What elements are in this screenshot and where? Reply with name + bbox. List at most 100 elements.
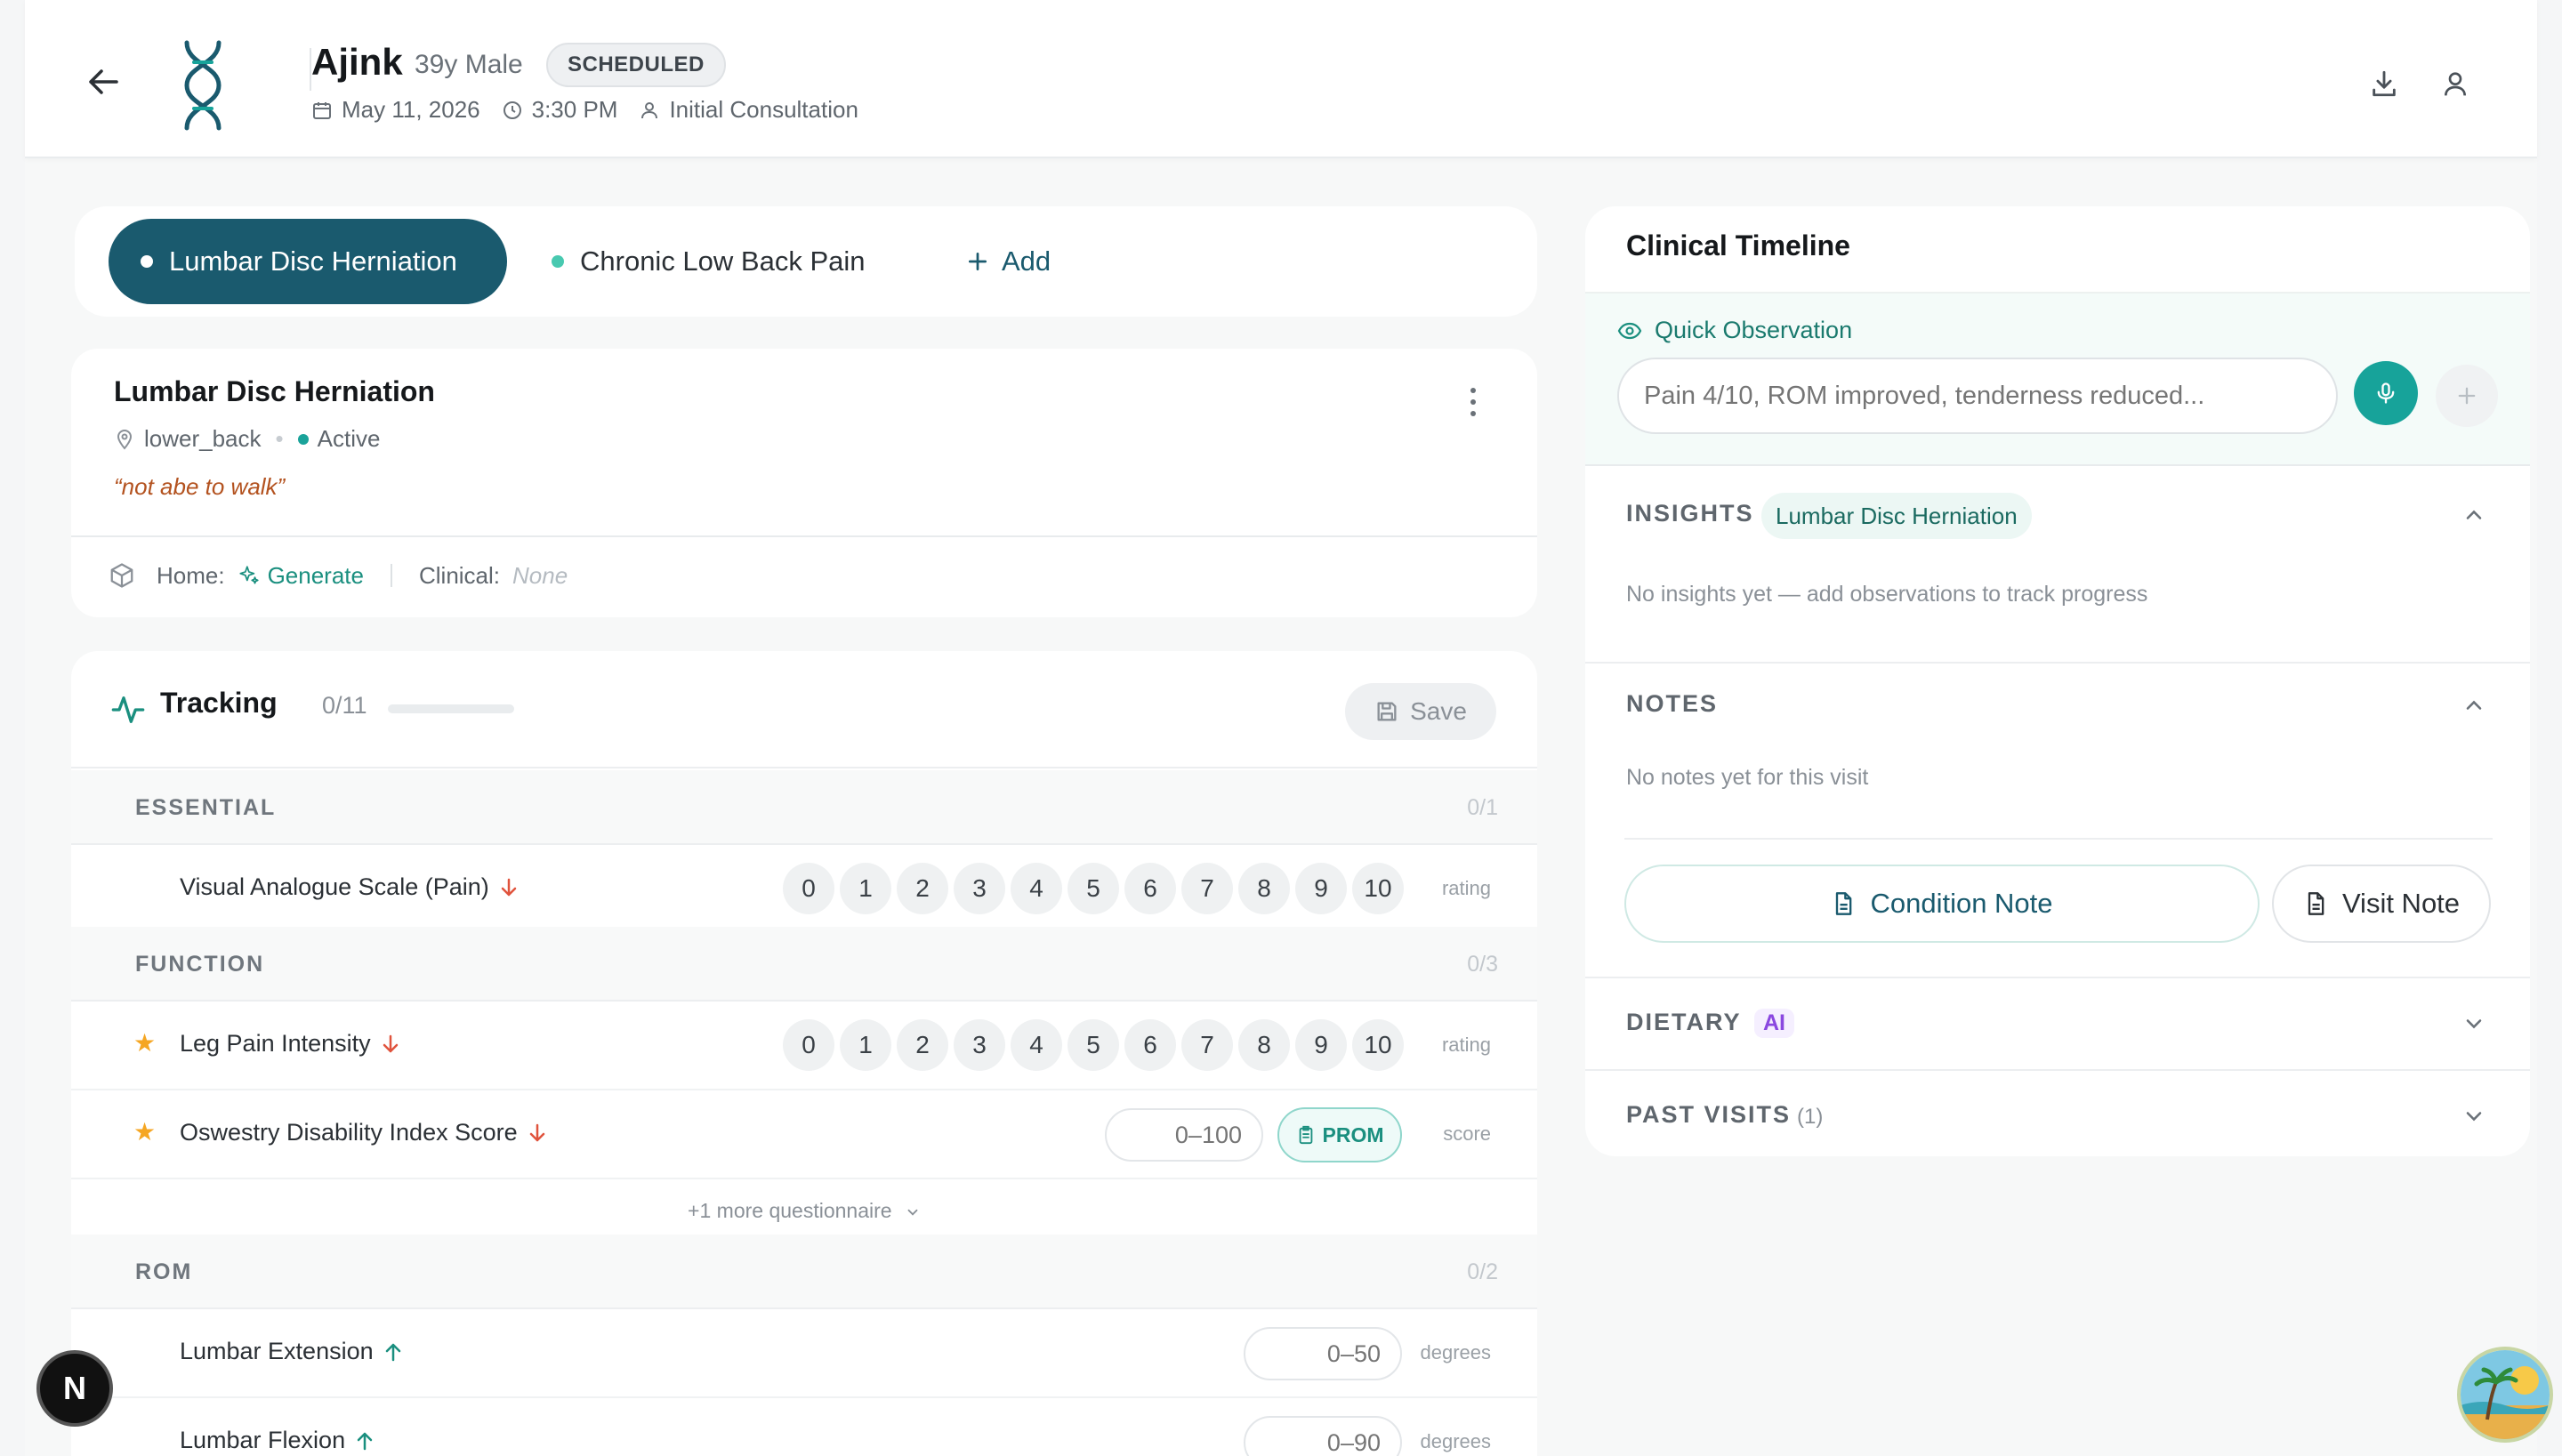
document-icon xyxy=(2308,892,2324,915)
appointment-date: May 11, 2026 xyxy=(311,96,480,124)
chevron-down-icon[interactable] xyxy=(2461,1103,2487,1130)
rating-option[interactable]: 2 xyxy=(897,1019,948,1071)
rating-option[interactable]: 6 xyxy=(1124,1019,1176,1071)
clipboard-icon xyxy=(1299,1125,1312,1145)
rating-option[interactable]: 0 xyxy=(783,1019,834,1071)
tab-lumbar-disc-herniation[interactable]: Lumbar Disc Herniation xyxy=(109,219,507,304)
tab-dot xyxy=(552,255,564,268)
condition-tabs: Lumbar Disc Herniation Chronic Low Back … xyxy=(75,206,1537,317)
eye-icon xyxy=(1617,322,1642,339)
clock-icon xyxy=(503,101,521,119)
rating-option[interactable]: 0 xyxy=(783,863,834,914)
date-text: May 11, 2026 xyxy=(342,96,480,123)
section-count: 0/2 xyxy=(1467,1259,1498,1284)
section-function: FUNCTION 0/3 xyxy=(71,927,1537,1002)
rating-option[interactable]: 5 xyxy=(1068,863,1119,914)
notes-header[interactable]: NOTES xyxy=(1585,680,2530,733)
metric-row-vas: Visual Analogue Scale (Pain) 01234567891… xyxy=(71,845,1537,934)
rating-option[interactable]: 9 xyxy=(1295,863,1347,914)
tab-chronic-low-back-pain[interactable]: Chronic Low Back Pain xyxy=(552,219,866,304)
past-visits-header[interactable]: PAST VISITS (1) xyxy=(1585,1090,2530,1144)
lumbar-extension-input[interactable] xyxy=(1244,1327,1402,1380)
metric-name: Lumbar Extension xyxy=(180,1338,402,1365)
assistant-avatar[interactable] xyxy=(2457,1347,2553,1443)
quick-observation-input[interactable] xyxy=(1617,358,2338,434)
rating-option[interactable]: 1 xyxy=(840,863,891,914)
metric-row-lumbar-flexion: Lumbar Flexion degrees xyxy=(71,1398,1537,1456)
rating-option[interactable]: 1 xyxy=(840,1019,891,1071)
rating-option[interactable]: 8 xyxy=(1238,1019,1290,1071)
metric-name: Visual Analogue Scale (Pain) xyxy=(180,873,518,901)
home-label: Home: xyxy=(157,561,225,589)
rating-option[interactable]: 8 xyxy=(1238,863,1290,914)
metric-unit: rating xyxy=(1441,1034,1491,1056)
arrow-up-icon xyxy=(357,1432,373,1450)
rating-option[interactable]: 7 xyxy=(1181,863,1233,914)
chevron-down-icon[interactable] xyxy=(2461,1010,2487,1037)
patient-header: Ajink 39y Male SCHEDULED May 11, 2026 3:… xyxy=(25,0,2537,158)
insights-header[interactable]: INSIGHTS Lumbar Disc Herniation xyxy=(1585,489,2530,543)
tab-label: Chronic Low Back Pain xyxy=(580,245,866,277)
sparkle-icon xyxy=(238,566,259,584)
ai-badge: AI xyxy=(1754,1009,1794,1038)
section-essential: ESSENTIAL 0/1 xyxy=(71,770,1537,845)
rating-option[interactable]: 5 xyxy=(1068,1019,1119,1071)
insights-label: INSIGHTS xyxy=(1626,500,1754,527)
tracking-header: Tracking 0/11 Save xyxy=(71,651,1537,768)
visit-note-button[interactable]: Visit Note xyxy=(2272,865,2491,943)
footer-divider xyxy=(390,564,392,587)
chevron-down-icon xyxy=(907,1209,918,1216)
back-button[interactable] xyxy=(84,62,123,101)
star-icon: ★ xyxy=(133,1118,157,1146)
rating-option[interactable]: 3 xyxy=(954,863,1005,914)
clinical-value: None xyxy=(512,561,568,589)
prom-button[interactable]: PROM xyxy=(1277,1107,1402,1162)
metric-name: Leg Pain Intensity xyxy=(180,1030,399,1058)
save-label: Save xyxy=(1410,697,1467,725)
add-condition-button[interactable]: Add xyxy=(966,219,1051,304)
download-button[interactable] xyxy=(2366,66,2402,101)
section-divider xyxy=(1585,1069,2530,1071)
rating-option[interactable]: 4 xyxy=(1011,863,1062,914)
metric-label: Leg Pain Intensity xyxy=(180,1030,371,1057)
save-button[interactable]: Save xyxy=(1345,683,1496,740)
metric-label: Oswestry Disability Index Score xyxy=(180,1119,518,1146)
more-questionnaire-toggle[interactable]: +1 more questionnaire xyxy=(71,1199,1537,1223)
helix-logo-icon xyxy=(174,39,231,132)
rating-option[interactable]: 6 xyxy=(1124,863,1176,914)
chevron-up-icon[interactable] xyxy=(2461,502,2487,528)
dev-tools-badge[interactable]: N xyxy=(36,1350,113,1427)
rating-scale: 0 1 2 3 4 5 6 7 8 9 10 xyxy=(783,1019,1404,1071)
past-visits-label: PAST VISITS xyxy=(1626,1101,1792,1128)
condition-card: Lumbar Disc Herniation lower_back • Acti… xyxy=(71,349,1537,617)
profile-button[interactable] xyxy=(2437,66,2473,101)
rating-option[interactable]: 7 xyxy=(1181,1019,1233,1071)
add-observation-button[interactable] xyxy=(2436,365,2498,427)
lumbar-flexion-input[interactable] xyxy=(1244,1416,1402,1456)
metric-unit: rating xyxy=(1441,877,1491,899)
rating-option[interactable]: 4 xyxy=(1011,1019,1062,1071)
rating-option[interactable]: 9 xyxy=(1295,1019,1347,1071)
tracking-progress-bar xyxy=(388,704,514,713)
rating-option[interactable]: 2 xyxy=(897,863,948,914)
odi-score-input[interactable] xyxy=(1105,1108,1263,1162)
rating-option[interactable]: 10 xyxy=(1352,1019,1404,1071)
app-shell: Ajink 39y Male SCHEDULED May 11, 2026 3:… xyxy=(25,0,2537,1456)
condition-location: lower_back xyxy=(144,425,262,452)
condition-title: Lumbar Disc Herniation xyxy=(114,375,435,407)
tab-label: Lumbar Disc Herniation xyxy=(169,245,457,277)
quick-observation-label: Quick Observation xyxy=(1617,317,1852,344)
condition-status: Active xyxy=(317,425,381,452)
rating-option[interactable]: 3 xyxy=(954,1019,1005,1071)
section-divider xyxy=(1585,977,2530,978)
generate-home-program-button[interactable]: Generate xyxy=(238,562,364,590)
visit-note-label: Visit Note xyxy=(2341,888,2461,919)
chevron-up-icon[interactable] xyxy=(2461,692,2487,719)
mic-button[interactable] xyxy=(2354,361,2418,425)
rating-option[interactable]: 10 xyxy=(1352,863,1404,914)
condition-meta: lower_back • Active xyxy=(114,425,380,453)
condition-menu-button[interactable] xyxy=(1464,384,1482,420)
past-visits-count: (1) xyxy=(1797,1105,1824,1129)
condition-note-button[interactable]: Condition Note xyxy=(1624,865,2260,943)
dietary-header[interactable]: DIETARY AI xyxy=(1585,998,2530,1051)
